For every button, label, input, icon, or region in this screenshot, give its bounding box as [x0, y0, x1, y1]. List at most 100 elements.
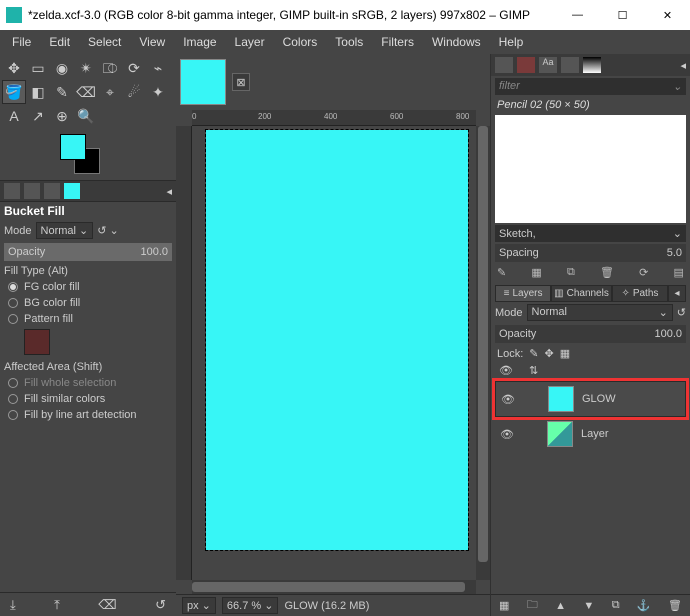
layer-name[interactable]: Layer	[581, 428, 609, 440]
brush-duplicate-icon[interactable]: ⧉	[567, 266, 575, 279]
tool-gradient[interactable]: ◧	[26, 80, 50, 104]
tool-bucket-fill[interactable]: 🪣	[2, 80, 26, 104]
brush-new-icon[interactable]: ▦	[531, 266, 541, 279]
zoom-select[interactable]: 66.7 % ⌄	[222, 597, 279, 614]
tool-eraser[interactable]: ⌫	[74, 80, 98, 104]
dock-tab-fonts-icon[interactable]: Aa	[539, 57, 557, 73]
tool-rect-select[interactable]: ▭	[26, 56, 50, 80]
menu-colors[interactable]: Colors	[275, 33, 326, 51]
menu-tools[interactable]: Tools	[327, 33, 371, 51]
tool-move[interactable]: ✥	[2, 56, 26, 80]
layer-delete-icon[interactable]: 🗑	[668, 599, 682, 612]
canvas-page[interactable]	[206, 130, 468, 550]
tab-channels[interactable]: ▥Channels	[551, 285, 612, 302]
tool-smudge[interactable]: ☄	[122, 80, 146, 104]
visibility-toggle-icon[interactable]: 👁	[499, 428, 515, 441]
maximize-button[interactable]: ☐	[600, 0, 645, 30]
dock-tab-gradient-icon[interactable]	[583, 57, 601, 73]
image-tab-close-icon[interactable]: ⊠	[232, 73, 250, 91]
lock-alpha-icon[interactable]: ▦	[560, 347, 570, 360]
color-swatch[interactable]	[60, 134, 100, 174]
tool-pencil[interactable]: ✎	[50, 80, 74, 104]
unit-select[interactable]: px ⌄	[182, 597, 216, 614]
tool-fuzzy-select[interactable]: ✴	[74, 56, 98, 80]
layer-mode-select[interactable]: Normal⌄	[527, 304, 673, 321]
menu-filters[interactable]: Filters	[373, 33, 422, 51]
menu-layer[interactable]: Layer	[227, 33, 273, 51]
dock-tab-brushes-icon[interactable]	[495, 57, 513, 73]
options-save-icon[interactable]: ⤓	[10, 597, 16, 613]
dock-tab-history-icon[interactable]	[44, 183, 60, 199]
fg-color[interactable]	[60, 134, 86, 160]
dock-tab-history-icon[interactable]	[561, 57, 579, 73]
scrollbar-horizontal[interactable]	[192, 580, 476, 594]
mode-select[interactable]: Normal ⌄	[36, 222, 94, 239]
tool-text[interactable]: A	[2, 104, 26, 128]
menu-windows[interactable]: Windows	[424, 33, 489, 51]
radio-pattern-fill[interactable]: Pattern fill	[0, 311, 176, 327]
layer-mode-reset-icon[interactable]: ↺	[677, 306, 686, 319]
layer-new-icon[interactable]: ▦	[499, 599, 509, 612]
dock-tab-patterns-icon[interactable]	[517, 57, 535, 73]
tab-layers[interactable]: ≡Layers	[495, 285, 551, 302]
layer-name[interactable]: GLOW	[582, 393, 616, 405]
brush-filter-input[interactable]: filter⌄	[495, 78, 686, 95]
canvas-area[interactable]	[192, 126, 476, 580]
radio-line-art[interactable]: Fill by line art detection	[0, 407, 176, 423]
layer-row[interactable]: 👁 Layer	[495, 417, 686, 451]
layer-opacity-slider[interactable]: Opacity 100.0	[495, 325, 686, 343]
brush-grid[interactable]	[495, 115, 686, 223]
tool-zoom[interactable]: 🔍	[74, 104, 98, 128]
dock-tab-device-icon[interactable]	[24, 183, 40, 199]
layer-thumbnail[interactable]	[547, 421, 573, 447]
options-reset-icon[interactable]: ↺	[155, 597, 166, 613]
menu-edit[interactable]: Edit	[41, 33, 78, 51]
radio-similar-colors[interactable]: Fill similar colors	[0, 391, 176, 407]
dock-menu-icon[interactable]: ◂	[680, 59, 686, 72]
minimize-button[interactable]: —	[555, 0, 600, 30]
dock-menu-icon[interactable]: ◂	[668, 285, 686, 302]
scrollbar-vertical[interactable]	[476, 126, 490, 580]
options-restore-icon[interactable]: ⤒	[54, 597, 60, 613]
mode-reset-icon[interactable]: ↺ ⌄	[97, 224, 119, 237]
menu-file[interactable]: File	[4, 33, 39, 51]
tool-crop[interactable]: ⎄	[98, 56, 122, 80]
dock-tab-options-icon[interactable]	[4, 183, 20, 199]
tool-free-select[interactable]: ◉	[50, 56, 74, 80]
layer-row[interactable]: 👁 GLOW	[495, 381, 686, 417]
brush-group-select[interactable]: Sketch,	[499, 228, 536, 240]
brush-open-icon[interactable]: ▤	[674, 266, 684, 279]
lock-position-icon[interactable]: ✥	[545, 347, 554, 360]
tool-measure[interactable]: ⊕	[50, 104, 74, 128]
opacity-slider[interactable]: Opacity 100.0	[4, 243, 172, 261]
layer-anchor-icon[interactable]: ⚓	[637, 599, 651, 612]
tool-warp[interactable]: ⌁	[146, 56, 170, 80]
layer-thumbnail[interactable]	[548, 386, 574, 412]
menu-view[interactable]: View	[131, 33, 173, 51]
spacing-slider[interactable]: Spacing 5.0	[495, 244, 686, 262]
close-button[interactable]: ✕	[645, 0, 690, 30]
tool-rotate[interactable]: ⟳	[122, 56, 146, 80]
tool-color-picker[interactable]: ↗	[26, 104, 50, 128]
tool-path[interactable]: ✦	[146, 80, 170, 104]
pattern-swatch[interactable]	[24, 329, 50, 355]
layer-duplicate-icon[interactable]: ⧉	[612, 599, 620, 612]
radio-bg-fill[interactable]: BG color fill	[0, 295, 176, 311]
options-delete-icon[interactable]: ⌫	[98, 597, 116, 613]
brush-delete-icon[interactable]: 🗑	[600, 266, 614, 279]
lock-pixels-icon[interactable]: ✎	[529, 347, 538, 360]
image-tab-thumbnail[interactable]	[180, 59, 226, 105]
layer-group-icon[interactable]: 🗀	[527, 596, 538, 615]
ruler-horizontal[interactable]: 0 200 400 600 800	[192, 110, 476, 126]
layer-down-icon[interactable]: ▼	[583, 600, 594, 612]
radio-whole-selection[interactable]: Fill whole selection	[0, 375, 176, 391]
radio-fg-fill[interactable]: FG color fill	[0, 279, 176, 295]
dock-tab-image-icon[interactable]	[64, 183, 80, 199]
ruler-vertical[interactable]	[176, 126, 192, 580]
menu-image[interactable]: Image	[175, 33, 224, 51]
visibility-toggle-icon[interactable]: 👁	[500, 393, 516, 406]
brush-refresh-icon[interactable]: ⟳	[639, 266, 648, 279]
layer-up-icon[interactable]: ▲	[555, 600, 566, 612]
brush-edit-icon[interactable]: ✎	[497, 266, 506, 279]
menu-select[interactable]: Select	[80, 33, 129, 51]
